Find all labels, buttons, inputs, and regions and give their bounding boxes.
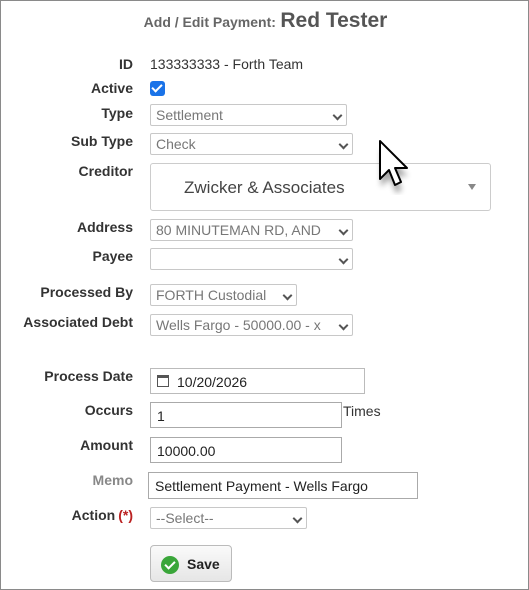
creditor-select-value: Zwicker & Associates — [184, 178, 345, 197]
action-select[interactable]: --Select-- — [150, 507, 307, 529]
chevron-down-icon — [292, 513, 303, 524]
check-circle-icon — [161, 556, 179, 574]
memo-label: Memo — [92, 472, 133, 488]
associated-debt-label: Associated Debt — [23, 314, 133, 330]
chevron-down-icon — [338, 320, 349, 331]
memo-value: Settlement Payment - Wells Fargo — [155, 478, 368, 494]
associated-debt-select-value: Wells Fargo - 50000.00 - x — [156, 317, 321, 333]
amount-label: Amount — [80, 437, 133, 453]
sub-type-select-value: Check — [156, 136, 196, 152]
payee-label: Payee — [92, 248, 133, 264]
memo-input[interactable]: Settlement Payment - Wells Fargo — [148, 472, 418, 499]
calendar-icon — [157, 375, 169, 387]
creditor-select[interactable]: Zwicker & Associates — [150, 163, 491, 211]
id-label: ID — [119, 56, 133, 72]
mouse-pointer-icon — [379, 140, 408, 193]
occurs-input[interactable]: 1 — [150, 402, 342, 428]
amount-value: 10000.00 — [157, 443, 216, 459]
occurs-label: Occurs — [84, 402, 133, 418]
processed-by-select-value: FORTH Custodial — [156, 287, 267, 303]
required-marker: (*) — [118, 507, 133, 523]
amount-input[interactable]: 10000.00 — [150, 437, 342, 463]
action-select-value: --Select-- — [156, 510, 214, 526]
process-date-field[interactable]: 10/20/2026 — [150, 368, 365, 394]
id-value: 133333333 - Forth Team — [150, 56, 304, 72]
creditor-label: Creditor — [78, 163, 133, 179]
associated-debt-select[interactable]: Wells Fargo - 50000.00 - x — [150, 314, 353, 336]
save-button[interactable]: Save — [150, 545, 232, 582]
address-select-value: 80 MINUTEMAN RD, AND — [156, 222, 321, 238]
action-label-text: Action — [71, 507, 116, 523]
action-label: Action (*) — [72, 507, 133, 523]
title-prefix: Add / Edit Payment: — [143, 14, 276, 30]
caret-down-icon — [468, 184, 476, 190]
payment-dialog: Add / Edit Payment: Red Tester ID 133333… — [0, 0, 529, 590]
occurs-value: 1 — [157, 408, 165, 424]
processed-by-label: Processed By — [40, 284, 133, 300]
chevron-down-icon — [338, 254, 349, 265]
process-date-label: Process Date — [44, 368, 133, 384]
chevron-down-icon — [282, 290, 293, 301]
sub-type-select[interactable]: Check — [150, 133, 353, 155]
chevron-down-icon — [338, 225, 349, 236]
client-name: Red Tester — [280, 9, 388, 32]
occurs-suffix: Times — [343, 403, 381, 419]
chevron-down-icon — [338, 139, 349, 150]
address-select[interactable]: 80 MINUTEMAN RD, AND — [150, 219, 353, 241]
active-label: Active — [90, 80, 133, 96]
type-select[interactable]: Settlement — [150, 104, 347, 126]
address-label: Address — [76, 219, 133, 235]
active-checkbox[interactable] — [150, 81, 165, 96]
type-select-value: Settlement — [156, 107, 223, 123]
save-button-label: Save — [187, 556, 220, 572]
process-date-value: 10/20/2026 — [177, 374, 248, 390]
processed-by-select[interactable]: FORTH Custodial — [150, 284, 297, 306]
page-title: Add / Edit Payment: Red Tester — [1, 9, 529, 33]
sub-type-label: Sub Type — [71, 133, 133, 149]
payee-select[interactable] — [150, 248, 353, 270]
type-label: Type — [101, 105, 133, 121]
chevron-down-icon — [332, 110, 343, 121]
